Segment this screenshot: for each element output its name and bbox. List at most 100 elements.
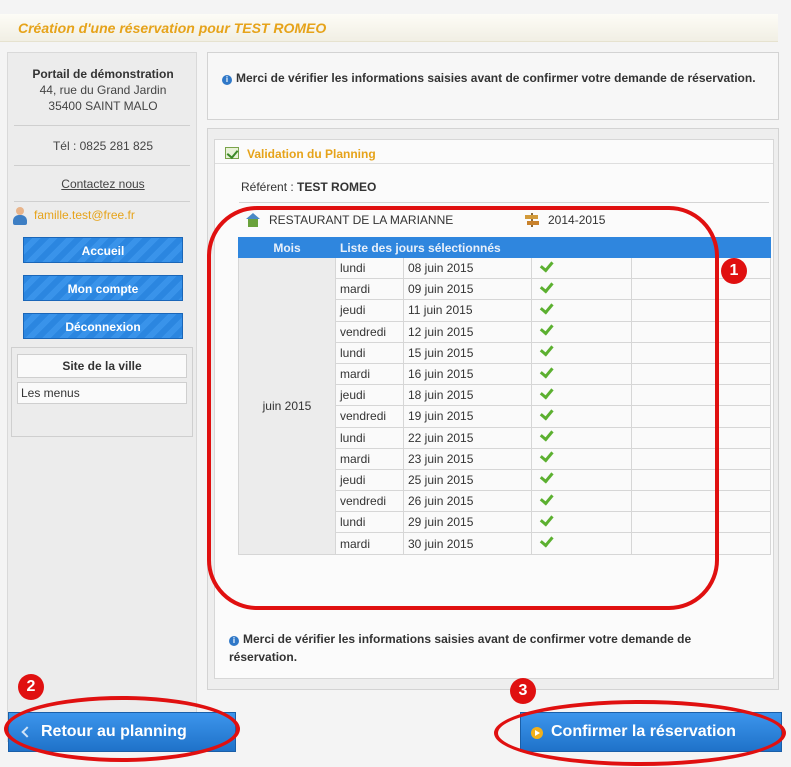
date-cell: 12 juin 2015 (403, 320, 532, 343)
panel-title: Validation du Planning (247, 147, 376, 161)
empty-cell (631, 278, 771, 301)
confirm-reservation-button[interactable]: Confirmer la réservation (520, 712, 782, 752)
restaurant-name: RESTAURANT DE LA MARIANNE (269, 213, 454, 227)
referent-label: Référent : (241, 180, 294, 194)
city-menus-link[interactable]: Les menus (17, 382, 187, 404)
empty-cell (631, 511, 771, 534)
restaurant-row: RESTAURANT DE LA MARIANNE 2014-2015 (245, 212, 765, 230)
info-top-text: Merci de vérifier les informations saisi… (236, 71, 756, 85)
confirm-button-label: Confirmer la réservation (551, 723, 736, 740)
status-cell (531, 468, 632, 492)
nav-mon-compte-button[interactable]: Mon compte (23, 275, 183, 301)
panel-header: Validation du Planning (215, 144, 773, 164)
empty-cell (631, 384, 771, 407)
empty-cell (631, 468, 771, 492)
restaurant-icon (245, 213, 261, 227)
user-icon (12, 207, 28, 225)
date-cell: 15 juin 2015 (403, 341, 532, 364)
day-cell: vendredi (335, 320, 404, 343)
back-to-planning-button[interactable]: Retour au planning (8, 712, 236, 752)
empty-cell (631, 490, 771, 513)
date-cell: 26 juin 2015 (403, 490, 532, 513)
date-cell: 11 juin 2015 (403, 299, 532, 322)
info-message-bottom: i Merci de vérifier les informations sais… (229, 630, 759, 666)
day-cell: vendredi (335, 405, 404, 428)
empty-cell (631, 405, 771, 428)
checklist-icon (225, 147, 239, 159)
play-circle-icon (531, 727, 543, 739)
city-site-box: Site de la ville Les menus (11, 347, 193, 437)
day-cell: lundi (335, 426, 404, 449)
status-cell (531, 278, 632, 301)
status-cell (531, 341, 632, 364)
page-frame: Création d'une réservation pour TEST ROM… (0, 0, 791, 767)
check-icon (539, 469, 554, 484)
status-cell (531, 405, 632, 428)
date-cell: 29 juin 2015 (403, 511, 532, 534)
annotation-badge-1: 1 (721, 258, 747, 284)
divider (14, 125, 190, 126)
empty-cell (631, 362, 771, 386)
day-cell: mardi (335, 362, 404, 386)
empty-cell (631, 256, 771, 280)
info-icon: i (229, 636, 239, 646)
check-icon (539, 427, 554, 442)
date-cell: 30 juin 2015 (403, 532, 532, 555)
status-cell (531, 426, 632, 449)
check-icon (539, 257, 554, 273)
divider (14, 165, 190, 166)
status-cell (531, 447, 632, 470)
info-bottom-text: Merci de vérifier les informations saisi… (229, 632, 692, 664)
status-cell (531, 532, 632, 555)
date-cell: 08 juin 2015 (403, 256, 532, 280)
user-row: famille.test@free.fr (12, 207, 196, 225)
signpost-icon (524, 213, 540, 227)
annotation-badge-2: 2 (18, 674, 44, 700)
org-name: Portail de démonstration (32, 67, 174, 81)
sidebar: Portail de démonstration 44, rue du Gran… (7, 52, 197, 742)
page-title-bar: Création d'une réservation pour TEST ROM… (0, 14, 778, 42)
school-year: 2014-2015 (548, 213, 606, 227)
info-icon: i (222, 75, 232, 85)
day-cell: vendredi (335, 490, 404, 513)
date-cell: 18 juin 2015 (403, 384, 532, 407)
check-icon (539, 278, 554, 294)
col-header-month: Mois (238, 237, 336, 258)
empty-cell (631, 532, 771, 555)
nav-deconnexion-button[interactable]: Déconnexion (23, 313, 183, 339)
page-title: Création d'une réservation pour TEST ROM… (18, 20, 327, 36)
status-cell (531, 490, 632, 513)
check-icon (539, 533, 554, 548)
nav-accueil-button[interactable]: Accueil (23, 237, 183, 263)
status-cell (531, 511, 632, 534)
date-cell: 19 juin 2015 (403, 405, 532, 428)
referent-name: TEST ROMEO (297, 180, 377, 194)
org-address-line2: 35400 SAINT MALO (48, 99, 158, 113)
status-cell (531, 320, 632, 343)
selected-days-table: Mois Liste des jours sélectionnés juin 2… (238, 237, 771, 555)
check-icon (539, 321, 554, 336)
status-cell (531, 256, 632, 280)
day-cell: lundi (335, 511, 404, 534)
back-button-label: Retour au planning (41, 723, 187, 740)
check-icon (539, 300, 554, 315)
user-email: famille.test@free.fr (34, 208, 135, 222)
day-cell: mardi (335, 447, 404, 470)
day-cell: jeudi (335, 468, 404, 492)
check-icon (539, 384, 554, 400)
validation-panel: Validation du Planning Référent : TEST R… (207, 128, 779, 690)
city-site-title: Site de la ville (17, 354, 187, 378)
annotation-badge-3: 3 (510, 678, 536, 704)
day-cell: jeudi (335, 299, 404, 322)
col-header-days: Liste des jours sélectionnés (335, 237, 771, 258)
contact-link[interactable]: Contactez nous (8, 177, 198, 191)
check-icon (539, 512, 554, 527)
empty-cell (631, 341, 771, 364)
status-cell (531, 299, 632, 322)
check-icon (539, 490, 554, 506)
day-cell: lundi (335, 341, 404, 364)
empty-cell (631, 320, 771, 343)
date-cell: 23 juin 2015 (403, 447, 532, 470)
info-message-top: i Merci de vérifier les informations sais… (207, 52, 779, 120)
empty-cell (631, 426, 771, 449)
